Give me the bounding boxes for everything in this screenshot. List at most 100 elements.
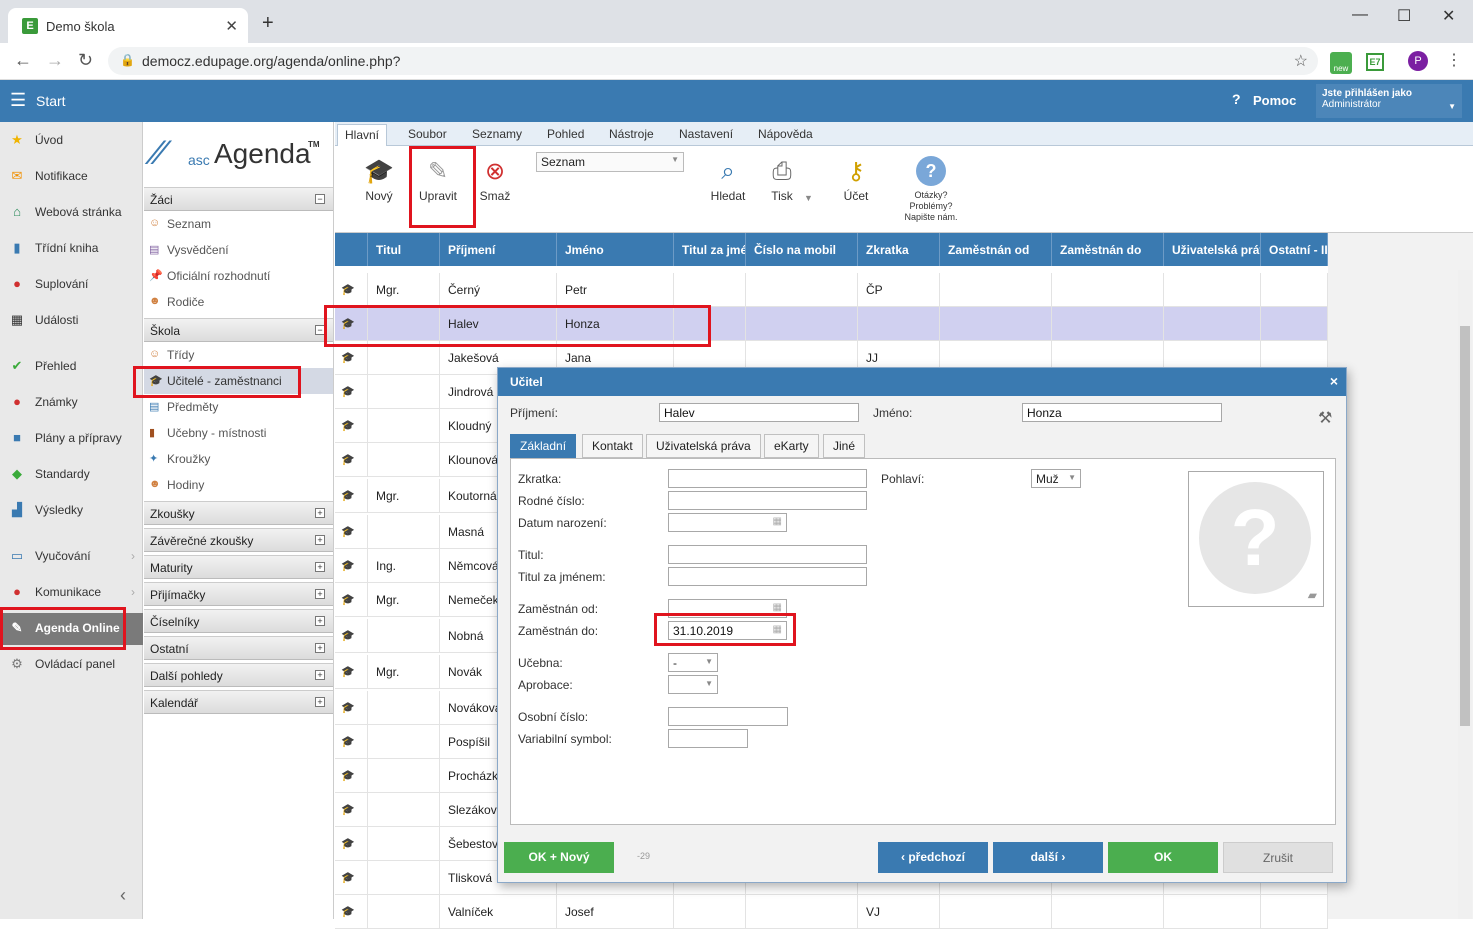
ok-button[interactable]: OK bbox=[1108, 842, 1218, 873]
table-row[interactable]: 🎓 Valníček Josef VJ bbox=[335, 895, 1328, 929]
close-icon[interactable]: × bbox=[1330, 373, 1338, 389]
hamburger-menu-icon[interactable]: ☰ bbox=[10, 90, 26, 111]
expand-icon[interactable]: + bbox=[315, 562, 325, 572]
new-tab-icon[interactable]: + bbox=[262, 12, 274, 35]
surname-input[interactable]: Halev bbox=[659, 403, 859, 422]
extension-new-icon[interactable]: new bbox=[1330, 52, 1352, 74]
extension-e7-icon[interactable]: E7 bbox=[1366, 53, 1384, 71]
col-ostatni[interactable]: Ostatní - II bbox=[1261, 233, 1328, 266]
tab-ekarty[interactable]: eKarty bbox=[764, 434, 819, 458]
nav-agenda-online[interactable]: ✎ Agenda Online bbox=[0, 613, 143, 645]
table-row[interactable]: 🎓 Mgr. Černý Petr ČP bbox=[335, 273, 1328, 307]
col-mobil[interactable]: Číslo na mobil bbox=[746, 233, 858, 266]
print-button[interactable]: ⎙ Tisk bbox=[766, 155, 798, 203]
col-zamestnan-do[interactable]: Zaměstnán do bbox=[1052, 233, 1164, 266]
back-icon[interactable]: ← bbox=[14, 50, 32, 71]
item-oficialni-rozhodnuti[interactable]: 📌 Oficiální rozhodnutí bbox=[144, 263, 333, 289]
classroom-select[interactable]: - ▼ bbox=[668, 653, 718, 672]
section-ostatni[interactable]: Ostatní + bbox=[144, 636, 333, 660]
new-button[interactable]: 🎓 Nový bbox=[360, 155, 398, 203]
qualification-select[interactable]: ▼ bbox=[668, 675, 718, 694]
section-dalsi-pohledy[interactable]: Další pohledy + bbox=[144, 663, 333, 687]
help-link[interactable]: Pomoc bbox=[1253, 93, 1296, 108]
bookmark-star-icon[interactable]: ☆ bbox=[1294, 51, 1308, 71]
profile-avatar[interactable]: P bbox=[1408, 51, 1428, 71]
scrollbar-thumb[interactable] bbox=[1460, 326, 1470, 726]
maximize-icon[interactable]: ☐ bbox=[1397, 6, 1411, 26]
calendar-icon[interactable]: ▦ bbox=[773, 516, 782, 527]
ok-new-button[interactable]: OK + Nový bbox=[504, 842, 614, 873]
collapse-sidebar-icon[interactable]: ‹ bbox=[120, 885, 126, 906]
expand-icon[interactable]: + bbox=[315, 535, 325, 545]
expand-icon[interactable]: + bbox=[315, 589, 325, 599]
nav-znamky[interactable]: ● Známky bbox=[0, 387, 143, 417]
section-kalendar[interactable]: Kalendář + bbox=[144, 690, 333, 714]
expand-icon[interactable]: + bbox=[315, 697, 325, 707]
tab-nastroje[interactable]: Nástroje bbox=[609, 127, 654, 141]
item-rodice[interactable]: ☻ Rodiče bbox=[144, 289, 333, 315]
nav-vyucovani[interactable]: ▭ Vyučování › bbox=[0, 541, 143, 571]
variable-symbol-input[interactable] bbox=[668, 729, 748, 748]
item-predmety[interactable]: ▤ Předměty bbox=[144, 394, 333, 420]
item-tridy[interactable]: ☺ Třídy bbox=[144, 342, 333, 368]
nav-suplovani[interactable]: ● Suplování bbox=[0, 269, 143, 299]
section-zaverecne-zkousky[interactable]: Závěrečné zkoušky + bbox=[144, 528, 333, 552]
section-maturity[interactable]: Maturity + bbox=[144, 555, 333, 579]
previous-button[interactable]: ‹ předchozí bbox=[878, 842, 988, 873]
help-icon[interactable]: ? bbox=[1232, 91, 1241, 107]
nav-vysledky[interactable]: ▟ Výsledky bbox=[0, 495, 143, 525]
col-titul-za[interactable]: Titul za jménem bbox=[674, 233, 746, 266]
close-tab-icon[interactable]: ✕ bbox=[225, 17, 238, 35]
next-button[interactable]: další › bbox=[993, 842, 1103, 873]
abbreviation-input[interactable] bbox=[668, 469, 867, 488]
nav-udalosti[interactable]: ▦ Události bbox=[0, 305, 143, 335]
collapse-icon[interactable]: − bbox=[315, 325, 325, 335]
col-jmeno[interactable]: Jméno bbox=[557, 233, 674, 266]
photo-placeholder[interactable]: ? ▰ bbox=[1188, 471, 1324, 607]
tab-hlavni[interactable]: Hlavní bbox=[337, 124, 388, 146]
section-zkousky[interactable]: Zkoušky + bbox=[144, 501, 333, 525]
col-uzivatelska-prava[interactable]: Uživatelská práva bbox=[1164, 233, 1261, 266]
tab-kontakt[interactable]: Kontakt bbox=[582, 434, 643, 458]
section-zaci[interactable]: Žáci − bbox=[144, 187, 333, 211]
title-input[interactable] bbox=[668, 545, 867, 564]
print-dropdown-icon[interactable]: ▼ bbox=[804, 193, 813, 203]
col-zamestnan-od[interactable]: Zaměstnán od bbox=[940, 233, 1052, 266]
birth-date-input[interactable]: ▦ bbox=[668, 513, 787, 532]
col-zkratka[interactable]: Zkratka bbox=[858, 233, 940, 266]
view-select[interactable]: Seznam ▼ bbox=[536, 152, 684, 172]
nav-standardy[interactable]: ◆ Standardy bbox=[0, 459, 143, 489]
tab-napoveda[interactable]: Nápověda bbox=[758, 127, 813, 141]
table-row[interactable]: 🎓 Halev Honza bbox=[335, 307, 1328, 341]
section-prijimacky[interactable]: Přijímačky + bbox=[144, 582, 333, 606]
tab-seznamy[interactable]: Seznamy bbox=[472, 127, 522, 141]
user-menu[interactable]: Jste přihlášen jako Administrátor ▼ bbox=[1316, 84, 1462, 118]
edit-button[interactable]: ✎ Upravit bbox=[416, 155, 460, 203]
item-ucitele[interactable]: 🎓 Učitelé - zaměstnanci bbox=[144, 368, 333, 394]
close-window-icon[interactable]: ✕ bbox=[1442, 6, 1455, 26]
employed-until-input[interactable]: 31.10.2019 ▦ bbox=[668, 621, 787, 640]
folder-icon[interactable]: ▰ bbox=[1308, 588, 1317, 602]
tab-pohled[interactable]: Pohled bbox=[547, 127, 584, 141]
tab-soubor[interactable]: Soubor bbox=[408, 127, 447, 141]
item-ucebny[interactable]: ▮ Učebny - místnosti bbox=[144, 420, 333, 446]
item-krouzky[interactable]: ✦ Kroužky bbox=[144, 446, 333, 472]
col-titul[interactable]: Titul bbox=[368, 233, 440, 266]
calendar-icon[interactable]: ▦ bbox=[773, 624, 782, 635]
expand-icon[interactable]: + bbox=[315, 643, 325, 653]
nav-tridni-kniha[interactable]: ▮ Třídní kniha bbox=[0, 233, 143, 263]
account-button[interactable]: ⚷ Účet bbox=[838, 155, 874, 203]
personal-number-input[interactable] bbox=[668, 707, 788, 726]
tools-icon[interactable]: ⚒ bbox=[1318, 408, 1332, 428]
expand-icon[interactable]: + bbox=[315, 508, 325, 518]
nav-ovladaci-panel[interactable]: ⚙ Ovládací panel bbox=[0, 649, 143, 679]
browser-tab[interactable]: E Demo škola ✕ bbox=[8, 8, 248, 43]
item-seznam[interactable]: ☺ Seznam bbox=[144, 211, 333, 237]
url-field[interactable]: 🔒 democz.edupage.org/agenda/online.php? … bbox=[108, 47, 1318, 75]
collapse-icon[interactable]: − bbox=[315, 194, 325, 204]
nav-webova-stranka[interactable]: ⌂ Webová stránka bbox=[0, 197, 143, 227]
nav-komunikace[interactable]: ● Komunikace › bbox=[0, 577, 143, 607]
nav-prehled[interactable]: ✔ Přehled bbox=[0, 351, 143, 381]
nav-notifikace[interactable]: ✉ Notifikace bbox=[0, 161, 143, 191]
tab-jine[interactable]: Jiné bbox=[823, 434, 866, 458]
